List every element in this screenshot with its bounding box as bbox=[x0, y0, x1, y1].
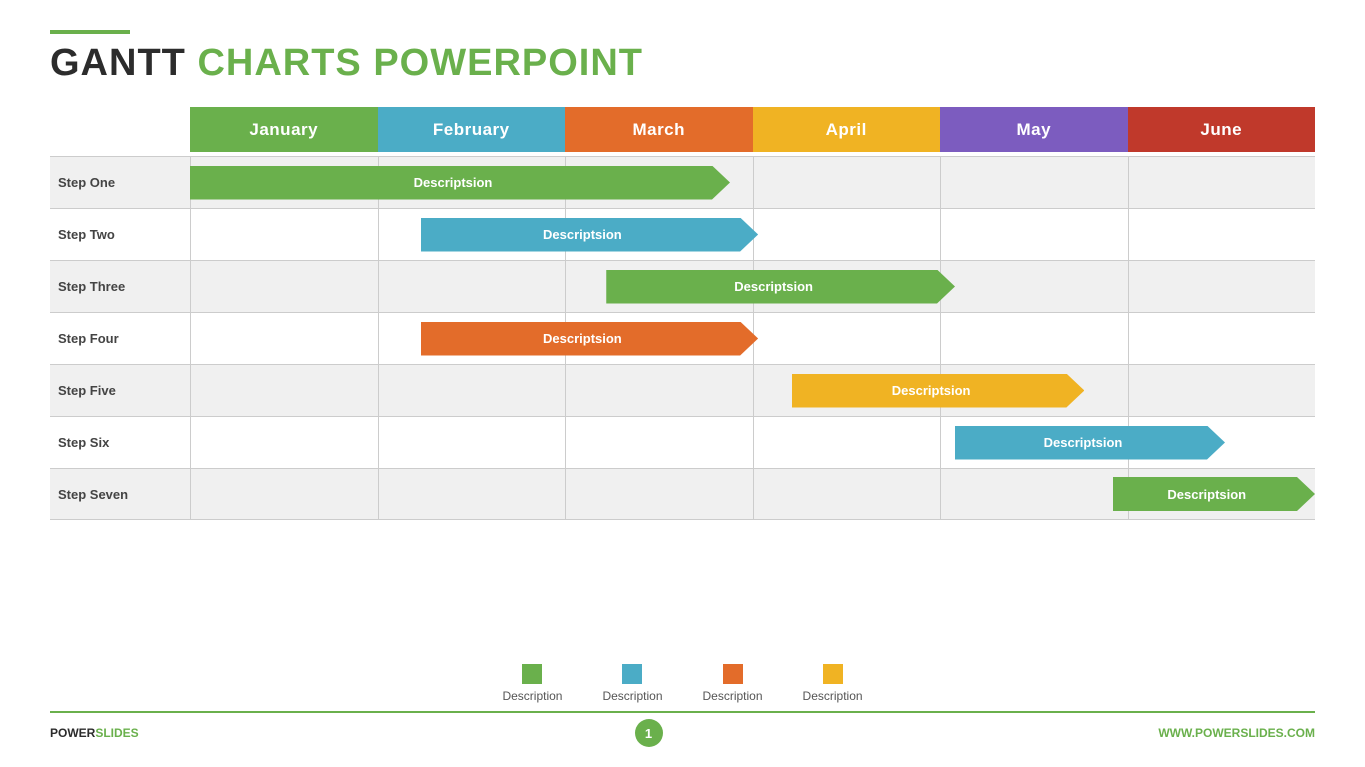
chart-container: JanuaryFebruaryMarchAprilMayJune Step On… bbox=[50, 107, 1315, 646]
gantt-body: Step OneDescriptsionStep TwoDescriptsion… bbox=[50, 156, 1315, 520]
month-col-5 bbox=[1128, 365, 1316, 416]
row-label-2: Step Three bbox=[50, 279, 190, 294]
legend-label-1: Description bbox=[602, 689, 662, 703]
month-col-0 bbox=[190, 469, 378, 519]
month-col-5 bbox=[1128, 313, 1316, 364]
row-cells-0: Descriptsion bbox=[190, 157, 1315, 208]
title-green: CHARTS POWERPOINT bbox=[197, 42, 643, 84]
month-col-4 bbox=[940, 209, 1128, 260]
footer-brand: POWERSLIDES bbox=[50, 726, 139, 740]
header: GANTT CHARTS POWERPOINT bbox=[50, 30, 1315, 82]
month-col-0 bbox=[190, 313, 378, 364]
footer-url: WWW.POWERSLIDES.COM bbox=[1158, 726, 1315, 740]
row-cells-2: Descriptsion bbox=[190, 261, 1315, 312]
legend-label-2: Description bbox=[703, 689, 763, 703]
page: GANTT CHARTS POWERPOINT JanuaryFebruaryM… bbox=[0, 0, 1365, 767]
gantt-bar-4: Descriptsion bbox=[792, 374, 1085, 408]
month-col-3 bbox=[753, 417, 941, 468]
month-col-4 bbox=[940, 157, 1128, 208]
month-col-5 bbox=[1128, 209, 1316, 260]
row-label-3: Step Four bbox=[50, 331, 190, 346]
month-col-3 bbox=[753, 469, 941, 519]
month-header-june: June bbox=[1128, 107, 1316, 152]
legend-item-0: Description bbox=[502, 664, 562, 703]
month-col-4 bbox=[940, 313, 1128, 364]
month-header-february: February bbox=[378, 107, 566, 152]
gantt-row-1: Step Two Descriptsion bbox=[50, 208, 1315, 260]
gantt-row-4: Step Five Descriptsion bbox=[50, 364, 1315, 416]
row-cells-4: Descriptsion bbox=[190, 365, 1315, 416]
footer-brand-colored: SLIDES bbox=[95, 726, 138, 740]
month-col-2 bbox=[565, 365, 753, 416]
month-col-3 bbox=[753, 313, 941, 364]
month-col-2 bbox=[565, 417, 753, 468]
month-col-0 bbox=[190, 365, 378, 416]
row-label-6: Step Seven bbox=[50, 487, 190, 502]
gantt-row-0: Step OneDescriptsion bbox=[50, 156, 1315, 208]
month-col-3 bbox=[753, 209, 941, 260]
month-col-0 bbox=[190, 417, 378, 468]
month-col-4 bbox=[940, 261, 1128, 312]
gantt-row-5: Step Six Descriptsion bbox=[50, 416, 1315, 468]
gantt-bar-3: Descriptsion bbox=[421, 322, 759, 356]
gantt-bar-0: Descriptsion bbox=[190, 166, 730, 200]
legend: Description Description Description Descrip… bbox=[50, 664, 1315, 703]
legend-label-0: Description bbox=[502, 689, 562, 703]
month-col-5 bbox=[1128, 261, 1316, 312]
legend-item-2: Description bbox=[703, 664, 763, 703]
month-col-1 bbox=[378, 469, 566, 519]
row-cells-6: Descriptsion bbox=[190, 469, 1315, 519]
legend-item-1: Description bbox=[602, 664, 662, 703]
month-col-1 bbox=[378, 261, 566, 312]
month-col-0 bbox=[190, 261, 378, 312]
page-title: GANTT CHARTS POWERPOINT bbox=[50, 44, 1315, 82]
gantt-bar-2: Descriptsion bbox=[606, 270, 955, 304]
legend-color-1 bbox=[622, 664, 642, 684]
month-header-january: January bbox=[190, 107, 378, 152]
row-label-1: Step Two bbox=[50, 227, 190, 242]
gantt-bar-6: Descriptsion bbox=[1113, 477, 1316, 511]
footer-brand-bold: POWER bbox=[50, 726, 95, 740]
legend-color-2 bbox=[723, 664, 743, 684]
row-cells-5: Descriptsion bbox=[190, 417, 1315, 468]
month-col-4 bbox=[940, 469, 1128, 519]
month-header-april: April bbox=[753, 107, 941, 152]
footer: POWERSLIDES 1 WWW.POWERSLIDES.COM bbox=[50, 711, 1315, 747]
month-col-2 bbox=[565, 469, 753, 519]
header-accent-line bbox=[50, 30, 130, 34]
month-col-0 bbox=[190, 209, 378, 260]
gantt-row-6: Step Seven Descriptsion bbox=[50, 468, 1315, 520]
row-label-5: Step Six bbox=[50, 435, 190, 450]
gantt-row-2: Step Three Descriptsion bbox=[50, 260, 1315, 312]
month-col-3 bbox=[753, 157, 941, 208]
month-col-1 bbox=[378, 365, 566, 416]
row-cells-1: Descriptsion bbox=[190, 209, 1315, 260]
legend-color-0 bbox=[522, 664, 542, 684]
legend-label-3: Description bbox=[803, 689, 863, 703]
month-col-5 bbox=[1128, 157, 1316, 208]
page-number: 1 bbox=[635, 719, 663, 747]
legend-item-3: Description bbox=[803, 664, 863, 703]
row-label-4: Step Five bbox=[50, 383, 190, 398]
gantt-bar-1: Descriptsion bbox=[421, 218, 759, 252]
gantt-bar-5: Descriptsion bbox=[955, 426, 1225, 460]
gantt-row-3: Step Four Descriptsion bbox=[50, 312, 1315, 364]
row-label-0: Step One bbox=[50, 175, 190, 190]
month-header-march: March bbox=[565, 107, 753, 152]
legend-color-3 bbox=[823, 664, 843, 684]
month-header-may: May bbox=[940, 107, 1128, 152]
month-header-row: JanuaryFebruaryMarchAprilMayJune bbox=[190, 107, 1315, 152]
month-col-1 bbox=[378, 417, 566, 468]
title-dark: GANTT bbox=[50, 42, 186, 84]
row-cells-3: Descriptsion bbox=[190, 313, 1315, 364]
